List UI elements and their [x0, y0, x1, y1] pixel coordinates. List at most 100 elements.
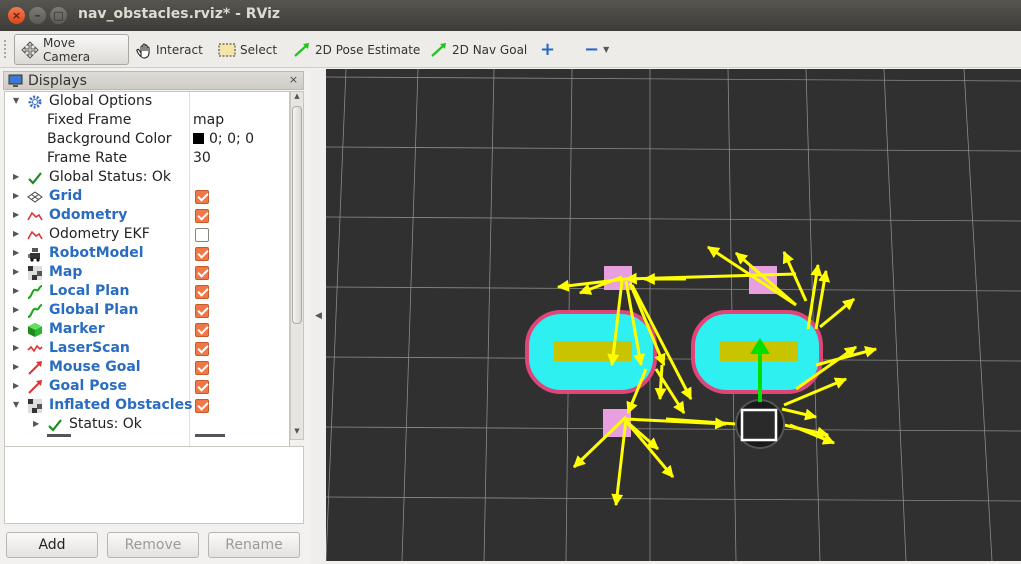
tree-value[interactable]: map [193, 112, 224, 128]
mouse-goal-checkbox[interactable] [195, 361, 209, 375]
grid-line [326, 496, 1021, 502]
pose-arrow [819, 297, 855, 329]
grid-line [326, 286, 1021, 292]
pose-arrow [572, 415, 628, 469]
remove-tool-button[interactable]: − ▼ [578, 34, 615, 65]
laserscan-checkbox[interactable] [195, 342, 209, 356]
tree-label: Global Plan [49, 302, 139, 318]
expand-arrow-icon[interactable]: ▶ [13, 191, 21, 201]
tree-row-fixed-frame[interactable]: Fixed Frame map [5, 111, 289, 130]
displays-scrollbar[interactable]: ▲ ▼ [290, 91, 304, 440]
remove-display-button[interactable]: Remove [107, 532, 199, 558]
window-close-button[interactable]: × [8, 7, 25, 24]
gear-icon [28, 95, 42, 109]
tree-label: Map [49, 264, 83, 280]
marker-checkbox[interactable] [195, 323, 209, 337]
grid-checkbox[interactable] [195, 190, 209, 204]
window-maximize-button[interactable]: □ [50, 7, 67, 24]
add-display-button[interactable]: Add [6, 532, 98, 558]
scroll-thumb[interactable] [292, 106, 302, 324]
expand-arrow-icon[interactable]: ▶ [33, 419, 41, 429]
render-viewport[interactable] [326, 69, 1021, 561]
expand-arrow-icon[interactable]: ▶ [13, 210, 21, 220]
tree-row-partial[interactable] [5, 434, 289, 443]
pose-estimate-tool[interactable]: 2D Pose Estimate [287, 34, 426, 65]
grid-line [326, 146, 1021, 152]
tree-label: Odometry [49, 207, 128, 223]
robotmodel-checkbox[interactable] [195, 247, 209, 261]
scroll-down-arrow[interactable]: ▼ [292, 427, 302, 439]
expand-arrow-icon[interactable]: ▶ [13, 381, 21, 391]
collapse-arrow-icon[interactable]: ◀ [315, 311, 322, 321]
odometry-ekf-checkbox[interactable] [195, 228, 209, 242]
expand-arrow-icon[interactable]: ▶ [13, 305, 21, 315]
tree-row-mouse-goal[interactable]: ▶ Mouse Goal [5, 358, 289, 377]
expand-arrow-icon[interactable]: ▶ [13, 248, 21, 258]
expand-arrow-icon[interactable]: ▶ [13, 286, 21, 296]
interact-tool[interactable]: Interact [130, 34, 209, 65]
tree-value[interactable]: 30 [193, 150, 211, 166]
scroll-up-arrow[interactable]: ▲ [292, 92, 302, 104]
pose-estimate-arrow-icon [294, 42, 309, 57]
expand-arrow-icon[interactable]: ▼ [13, 96, 21, 106]
tree-value[interactable]: 0; 0; 0 [193, 131, 254, 147]
tree-row-map[interactable]: ▶ Map [5, 263, 289, 282]
map-icon [28, 266, 42, 280]
tree-row-laserscan[interactable]: ▶ LaserScan [5, 339, 289, 358]
grid-line [326, 356, 1021, 362]
map-checkbox[interactable] [195, 266, 209, 280]
tree-row-background-color[interactable]: Background Color 0; 0; 0 [5, 130, 289, 149]
select-label: Select [240, 42, 278, 57]
tree-row-robotmodel[interactable]: ▶ RobotModel [5, 244, 289, 263]
nav-goal-tool[interactable]: 2D Nav Goal [424, 34, 533, 65]
expand-arrow-icon[interactable]: ▶ [13, 362, 21, 372]
pose-estimate-label: 2D Pose Estimate [315, 42, 421, 57]
tree-label: Odometry EKF [49, 226, 150, 242]
displays-close-icon[interactable]: × [287, 74, 300, 87]
expand-arrow-icon[interactable]: ▶ [13, 229, 21, 239]
add-tool-button[interactable]: + [534, 34, 561, 65]
grid-icon [27, 191, 43, 203]
window-minimize-button[interactable]: – [29, 7, 46, 24]
tree-row-odometry[interactable]: ▶ Odometry [5, 206, 289, 225]
pose-arrow [814, 269, 831, 330]
expand-arrow-icon[interactable]: ▶ [13, 267, 21, 277]
tree-row-status-ok[interactable]: ▶ Status: Ok [5, 415, 289, 434]
tree-row-frame-rate[interactable]: Frame Rate 30 [5, 149, 289, 168]
plus-icon: + [540, 39, 556, 60]
tree-row-global-status[interactable]: ▶ Global Status: Ok [5, 168, 289, 187]
toolbar-grip[interactable] [4, 40, 8, 58]
inflated-obstacles-checkbox[interactable] [195, 399, 209, 413]
rename-display-button[interactable]: Rename [208, 532, 300, 558]
tree-row-local-plan[interactable]: ▶ Local Plan [5, 282, 289, 301]
odometry-checkbox[interactable] [195, 209, 209, 223]
expand-arrow-icon[interactable]: ▼ [13, 400, 21, 410]
interact-label: Interact [156, 42, 203, 57]
expand-arrow-icon[interactable]: ▶ [13, 324, 21, 334]
displays-title: Displays [28, 73, 87, 89]
tree-row-grid[interactable]: ▶ Grid [5, 187, 289, 206]
grid-line [401, 69, 419, 561]
expand-arrow-icon[interactable]: ▶ [13, 343, 21, 353]
tree-row-inflated-obstacles[interactable]: ▼ Inflated Obstacles [5, 396, 289, 415]
goal-pose-checkbox[interactable] [195, 380, 209, 394]
tree-row-global-options[interactable]: ▼ Global Options [5, 92, 289, 111]
tree-row-marker[interactable]: ▶ Marker [5, 320, 289, 339]
panel-splitter[interactable]: ◀ [311, 69, 326, 564]
odometry-icon [27, 211, 43, 221]
scene-canvas[interactable] [326, 69, 1021, 561]
local-plan-checkbox[interactable] [195, 285, 209, 299]
grid-line [963, 69, 993, 561]
expand-arrow-icon[interactable]: ▶ [13, 172, 21, 182]
toolbar: Move Camera Interact Select 2D Pose Esti… [0, 31, 1021, 68]
partial-row-text-fragment [47, 434, 71, 437]
path-icon [27, 285, 43, 299]
move-camera-tool[interactable]: Move Camera [14, 34, 129, 65]
tree-row-goal-pose[interactable]: ▶ Goal Pose [5, 377, 289, 396]
select-tool[interactable]: Select [212, 34, 283, 65]
grid-line [883, 69, 907, 561]
select-icon [218, 43, 236, 56]
tree-row-odometry-ekf[interactable]: ▶ Odometry EKF [5, 225, 289, 244]
tree-row-global-plan[interactable]: ▶ Global Plan [5, 301, 289, 320]
global-plan-checkbox[interactable] [195, 304, 209, 318]
